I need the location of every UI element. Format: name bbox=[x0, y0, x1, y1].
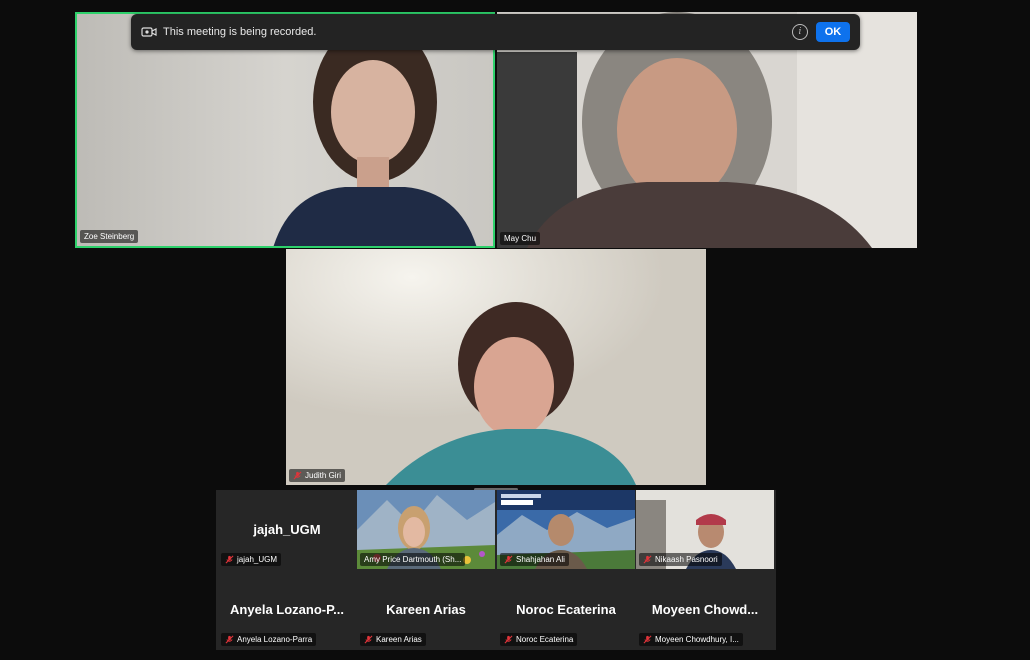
participant-video-feed bbox=[286, 249, 706, 485]
muted-mic-icon bbox=[643, 555, 652, 564]
participant-name-tag: Kareen Arias bbox=[360, 633, 426, 646]
participant-name-tag: Amy Price Dartmouth (Sh... bbox=[360, 553, 466, 566]
recording-icon bbox=[141, 26, 157, 38]
participant-display-name: Anyela Lozano-P... bbox=[230, 602, 344, 617]
ok-button[interactable]: OK bbox=[816, 22, 850, 42]
participant-name-tag: Zoe Steinberg bbox=[80, 230, 139, 243]
participant-name-tag: Moyeen Chowdhury, I... bbox=[639, 633, 743, 646]
participant-name-tag: Shahjahan Ali bbox=[500, 553, 569, 566]
participant-name: Amy Price Dartmouth (Sh... bbox=[364, 555, 462, 564]
participant-name-tag: Nikaash Pasnoori bbox=[639, 553, 722, 566]
participant-display-name: Kareen Arias bbox=[386, 602, 466, 617]
participant-name: Nikaash Pasnoori bbox=[655, 555, 718, 564]
gallery-tile-kareen-arias[interactable]: Kareen Arias Kareen Arias bbox=[357, 570, 495, 649]
muted-mic-icon bbox=[504, 635, 513, 644]
participant-name-tag: May Chu bbox=[500, 232, 541, 245]
participant-name: Moyeen Chowdhury, I... bbox=[655, 635, 739, 644]
muted-mic-icon bbox=[293, 471, 302, 480]
gallery-tile-jajah-ugm[interactable]: jajah_UGM jajah_UGM bbox=[218, 490, 356, 569]
recording-message: This meeting is being recorded. bbox=[163, 26, 317, 38]
participant-display-name: jajah_UGM bbox=[253, 522, 321, 537]
muted-mic-icon bbox=[225, 555, 234, 564]
participant-name-tag: Noroc Ecaterina bbox=[500, 633, 578, 646]
gallery-tile-shahjahan-ali[interactable]: Shahjahan Ali bbox=[497, 490, 635, 569]
participant-name: Noroc Ecaterina bbox=[516, 635, 574, 644]
participant-name: Zoe Steinberg bbox=[84, 232, 135, 241]
gallery-tile-moyeen-chowdhury[interactable]: Moyeen Chowd... Moyeen Chowdhury, I... bbox=[636, 570, 774, 649]
participant-name-tag: Judith Giri bbox=[289, 469, 346, 482]
participant-gallery: jajah_UGM jajah_UGM Amy Price Dartmouth … bbox=[216, 490, 776, 650]
muted-mic-icon bbox=[364, 635, 373, 644]
muted-mic-icon bbox=[643, 635, 652, 644]
participant-name: Anyela Lozano-Parra bbox=[237, 635, 313, 644]
participant-name: Kareen Arias bbox=[376, 635, 422, 644]
gallery-tile-noroc-ecaterina[interactable]: Noroc Ecaterina Noroc Ecaterina bbox=[497, 570, 635, 649]
participant-name: May Chu bbox=[504, 234, 537, 243]
muted-mic-icon bbox=[225, 635, 234, 644]
muted-mic-icon bbox=[504, 555, 513, 564]
gallery-tile-amy-price[interactable]: Amy Price Dartmouth (Sh... bbox=[357, 490, 495, 569]
participant-name: Shahjahan Ali bbox=[516, 555, 565, 564]
participant-name: Judith Giri bbox=[305, 471, 342, 480]
participant-name-tag: Anyela Lozano-Parra bbox=[221, 633, 317, 646]
info-icon[interactable]: i bbox=[792, 24, 808, 40]
participant-name-tag: jajah_UGM bbox=[221, 553, 282, 566]
participant-display-name: Noroc Ecaterina bbox=[516, 602, 616, 617]
participant-name: jajah_UGM bbox=[237, 555, 278, 564]
recording-notification-banner: This meeting is being recorded. i OK bbox=[131, 14, 860, 50]
participant-display-name: Moyeen Chowd... bbox=[651, 602, 759, 617]
gallery-tile-nikaash-pasnoori[interactable]: Nikaash Pasnoori bbox=[636, 490, 774, 569]
gallery-tile-anyela-lozano-parra[interactable]: Anyela Lozano-P... Anyela Lozano-Parra bbox=[218, 570, 356, 649]
video-tile-judith-giri[interactable]: Judith Giri bbox=[286, 249, 706, 485]
